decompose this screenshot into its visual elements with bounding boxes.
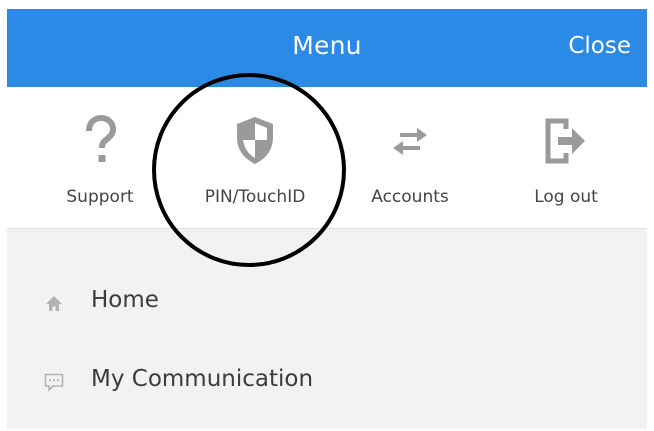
accounts-button[interactable]: Accounts — [330, 87, 490, 228]
menu-header: Menu Close — [7, 9, 647, 87]
pin-touchid-button[interactable]: PIN/TouchID — [175, 87, 335, 228]
support-label: Support — [66, 187, 134, 207]
shield-icon — [175, 115, 335, 167]
menu-list: Home My Communication — [7, 229, 647, 429]
support-button[interactable]: Support — [20, 87, 180, 228]
menu-item-label: My Communication — [91, 366, 314, 392]
menu-item-my-communication[interactable]: My Communication — [7, 351, 647, 411]
swap-arrows-icon — [330, 115, 490, 167]
quick-actions-bar: Support PIN/TouchID Accounts Log out — [7, 87, 647, 229]
page-title: Menu — [292, 31, 362, 60]
close-button[interactable]: Close — [568, 33, 631, 59]
chat-bubble-icon — [43, 371, 65, 393]
logout-label: Log out — [534, 187, 598, 207]
menu-screen: Menu Close Support PIN/TouchID Accounts … — [0, 0, 654, 431]
logout-button[interactable]: Log out — [486, 87, 646, 228]
menu-item-home[interactable]: Home — [7, 272, 647, 332]
home-icon — [43, 292, 65, 314]
logout-icon — [486, 115, 646, 167]
accounts-label: Accounts — [371, 187, 449, 207]
question-mark-icon — [20, 115, 180, 167]
pin-touchid-label: PIN/TouchID — [204, 187, 306, 207]
menu-item-label: Home — [91, 287, 159, 313]
